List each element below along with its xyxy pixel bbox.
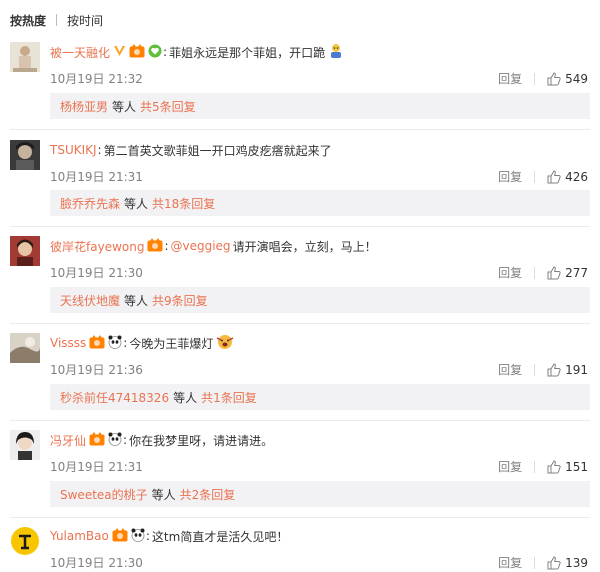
panda-icon: [108, 432, 122, 449]
divider: [10, 517, 590, 518]
divider: [10, 129, 590, 130]
view-replies-link[interactable]: 共9条回复: [152, 292, 208, 309]
sub-reply-summary: 天线伏地魔 等人 共9条回复: [50, 287, 590, 313]
like-button[interactable]: 426: [547, 170, 588, 184]
tab-divider: [56, 14, 58, 26]
username[interactable]: 被一天融化: [50, 44, 110, 61]
avatar[interactable]: [10, 430, 40, 460]
reply-username[interactable]: 杨杨亚男: [60, 98, 108, 115]
comment-text: 菲姐永远是那个菲姐，开口跪: [169, 45, 326, 60]
view-replies-link[interactable]: 共18条回复: [152, 195, 215, 212]
sort-by-hot-tab[interactable]: 按热度: [10, 12, 46, 29]
divider: [10, 420, 590, 421]
divider: [10, 323, 590, 324]
fan-badge-icon: [129, 43, 145, 61]
username[interactable]: TSUKIKJ: [50, 143, 97, 157]
reply-button[interactable]: 回复: [498, 168, 522, 185]
reply-button[interactable]: 回复: [498, 361, 522, 378]
username[interactable]: Vissss: [50, 336, 86, 350]
avatar[interactable]: [10, 140, 40, 170]
like-button[interactable]: 139: [547, 556, 588, 570]
reply-button[interactable]: 回复: [498, 458, 522, 475]
reply-button[interactable]: 回复: [498, 70, 522, 87]
reply-button[interactable]: 回复: [498, 264, 522, 281]
like-button[interactable]: 191: [547, 363, 588, 377]
avatar[interactable]: [10, 526, 40, 556]
sub-reply-summary: 秒杀前任47418326 等人 共1条回复: [50, 384, 590, 410]
reply-username[interactable]: 秒杀前任47418326: [60, 389, 169, 406]
reply-username[interactable]: 臉乔乔先森: [60, 195, 120, 212]
thumbs-up-icon: [547, 71, 561, 85]
username[interactable]: 冯牙仙: [50, 432, 86, 449]
comment-time: 10月19日 21:30: [50, 266, 143, 280]
fan-badge-icon: [147, 237, 163, 255]
comment-time: 10月19日 21:31: [50, 460, 143, 474]
shock-emoji-icon: [216, 334, 234, 353]
avatar[interactable]: [10, 333, 40, 363]
sort-by-time-tab[interactable]: 按时间: [67, 12, 103, 29]
username[interactable]: YulamBao: [50, 529, 109, 543]
like-count: 277: [565, 265, 588, 280]
fan-badge-icon: [112, 527, 128, 545]
thumbs-up-icon: [547, 459, 561, 473]
panda-icon: [108, 335, 122, 352]
like-button[interactable]: 151: [547, 460, 588, 474]
comment-text: 请开演唱会，立刻，马上！: [232, 239, 377, 254]
sub-reply-summary: 臉乔乔先森 等人 共18条回复: [50, 190, 590, 216]
reply-button[interactable]: 回复: [498, 554, 522, 571]
reply-username[interactable]: 天线伏地魔: [60, 292, 120, 309]
thumbs-up-icon: [547, 362, 561, 376]
like-count: 549: [565, 71, 588, 86]
mention-link[interactable]: @veggieg: [171, 239, 231, 253]
comment-time: 10月19日 21:30: [50, 556, 143, 570]
reply-username[interactable]: Sweetea的桃子: [60, 486, 148, 503]
like-count: 139: [565, 555, 588, 570]
username[interactable]: 彼岸花fayewong: [50, 238, 144, 255]
divider: [10, 226, 590, 227]
comment-text: 今晚为王菲爆灯: [129, 336, 214, 351]
panda-icon: [131, 528, 145, 545]
view-replies-link[interactable]: 共1条回复: [201, 389, 257, 406]
verified-v-icon: [113, 45, 126, 60]
like-count: 426: [565, 169, 588, 184]
like-button[interactable]: 549: [547, 72, 588, 86]
vip-heart-icon: [148, 44, 162, 61]
comment-time: 10月19日 21:36: [50, 363, 143, 377]
comment-text: 第二首英文歌菲姐一开口鸡皮疙瘩就起来了: [103, 143, 332, 158]
view-replies-link[interactable]: 共2条回复: [180, 486, 236, 503]
like-button[interactable]: 277: [547, 266, 588, 280]
sort-tabs: 按热度 按时间: [10, 12, 103, 28]
sub-reply-summary: Sweetea的桃子 等人 共2条回复: [50, 481, 590, 507]
fan-badge-icon: [89, 431, 105, 449]
kneel-emoji-icon: [328, 43, 344, 62]
avatar[interactable]: [10, 42, 40, 72]
comment-text: 这tm简直才是活久见吧！: [151, 529, 289, 544]
avatar[interactable]: [10, 236, 40, 266]
thumbs-up-icon: [547, 169, 561, 183]
comment-time: 10月19日 21:31: [50, 170, 143, 184]
like-count: 151: [565, 459, 588, 474]
thumbs-up-icon: [547, 555, 561, 569]
fan-badge-icon: [89, 334, 105, 352]
comment-time: 10月19日 21:32: [50, 72, 143, 86]
thumbs-up-icon: [547, 265, 561, 279]
like-count: 191: [565, 362, 588, 377]
view-replies-link[interactable]: 共5条回复: [140, 98, 196, 115]
comment-text: 你在我梦里呀，请进请进。: [129, 433, 274, 448]
sub-reply-summary: 杨杨亚男 等人 共5条回复: [50, 93, 590, 119]
